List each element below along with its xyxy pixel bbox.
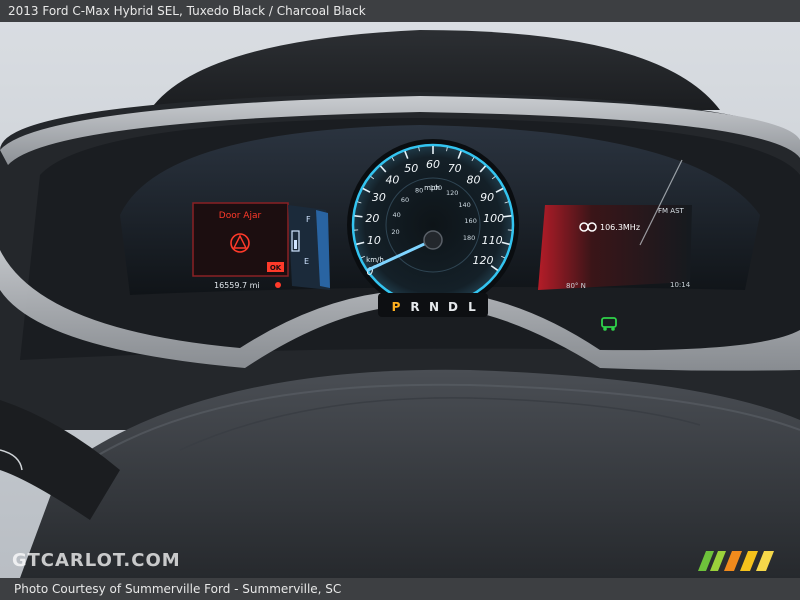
warning-light-icon (275, 282, 281, 288)
photo-scene: Door Ajar OK F E 16559.7 mi 10 20 30 40 50 60… (0, 22, 800, 578)
kmh-tick-label: 60 (401, 196, 409, 204)
kmh-tick-label: 180 (463, 234, 475, 242)
mph-tick-label: 10 (367, 234, 381, 247)
gear-n: N (429, 300, 439, 314)
gear-r: R (410, 300, 419, 314)
gauge-full-label: F (306, 215, 311, 224)
mph-tick-label: 100 (483, 212, 504, 225)
mph-tick-label: 40 (385, 173, 399, 186)
gear-indicator: PRNDL (378, 293, 488, 317)
kmh-tick-label: 120 (446, 189, 458, 197)
gauge-empty-label: E (304, 257, 309, 266)
photo-credit: Photo Courtesy of Summerville Ford - Sum… (14, 582, 342, 596)
caption-bar: 2013 Ford C-Max Hybrid SEL, Tuxedo Black… (0, 0, 800, 22)
mph-tick-label: 80 (467, 173, 481, 186)
gear-d: D (448, 300, 458, 314)
kmh-tick-label: 20 (391, 228, 399, 236)
ok-button: OK (270, 264, 282, 272)
mph-tick-label: 60 (426, 158, 440, 171)
watermark-text: GTCARLOT.COM (12, 550, 181, 571)
mph-tick-label: 20 (365, 212, 379, 225)
outside-temperature: 80° N (566, 282, 586, 290)
mph-tick-label: 50 (404, 162, 418, 175)
odometer: 16559.7 mi (214, 281, 260, 290)
kmh-tick-label: 140 (458, 201, 470, 209)
gear-l: L (468, 300, 476, 314)
dashboard-photo: Door Ajar OK F E 16559.7 mi 10 20 30 40 50 60… (0, 22, 800, 578)
clock: 10:14 (670, 281, 691, 289)
mph-tick-label: 110 (482, 234, 503, 247)
needle-hub (423, 230, 443, 250)
mph-tick-label: 30 (372, 191, 386, 204)
speedometer: 1020304050 60 708090100110120 20406080 1001… (347, 139, 519, 311)
kmh-tick-label: 80 (415, 187, 423, 195)
radio-frequency: 106.3MHz (600, 223, 640, 232)
speed-tick (354, 215, 363, 218)
speed-tick (503, 215, 512, 218)
mph-unit: mph (424, 184, 440, 192)
kmh-tick-label: 160 (464, 217, 476, 225)
credit-bar: Photo Courtesy of Summerville Ford - Sum… (0, 578, 800, 600)
watermark-logo (698, 551, 774, 571)
kmh-tick-label: 40 (392, 211, 400, 219)
mph-tick-label: 90 (480, 191, 494, 204)
door-ajar-warning: Door Ajar (219, 211, 262, 221)
mph-tick-label: 70 (448, 162, 462, 175)
radio-band: FM AST (658, 207, 685, 215)
caption-title: 2013 Ford C-Max Hybrid SEL, Tuxedo Black… (8, 4, 366, 18)
gear-p: P (392, 300, 401, 314)
mph-tick-label: 120 (472, 254, 493, 267)
